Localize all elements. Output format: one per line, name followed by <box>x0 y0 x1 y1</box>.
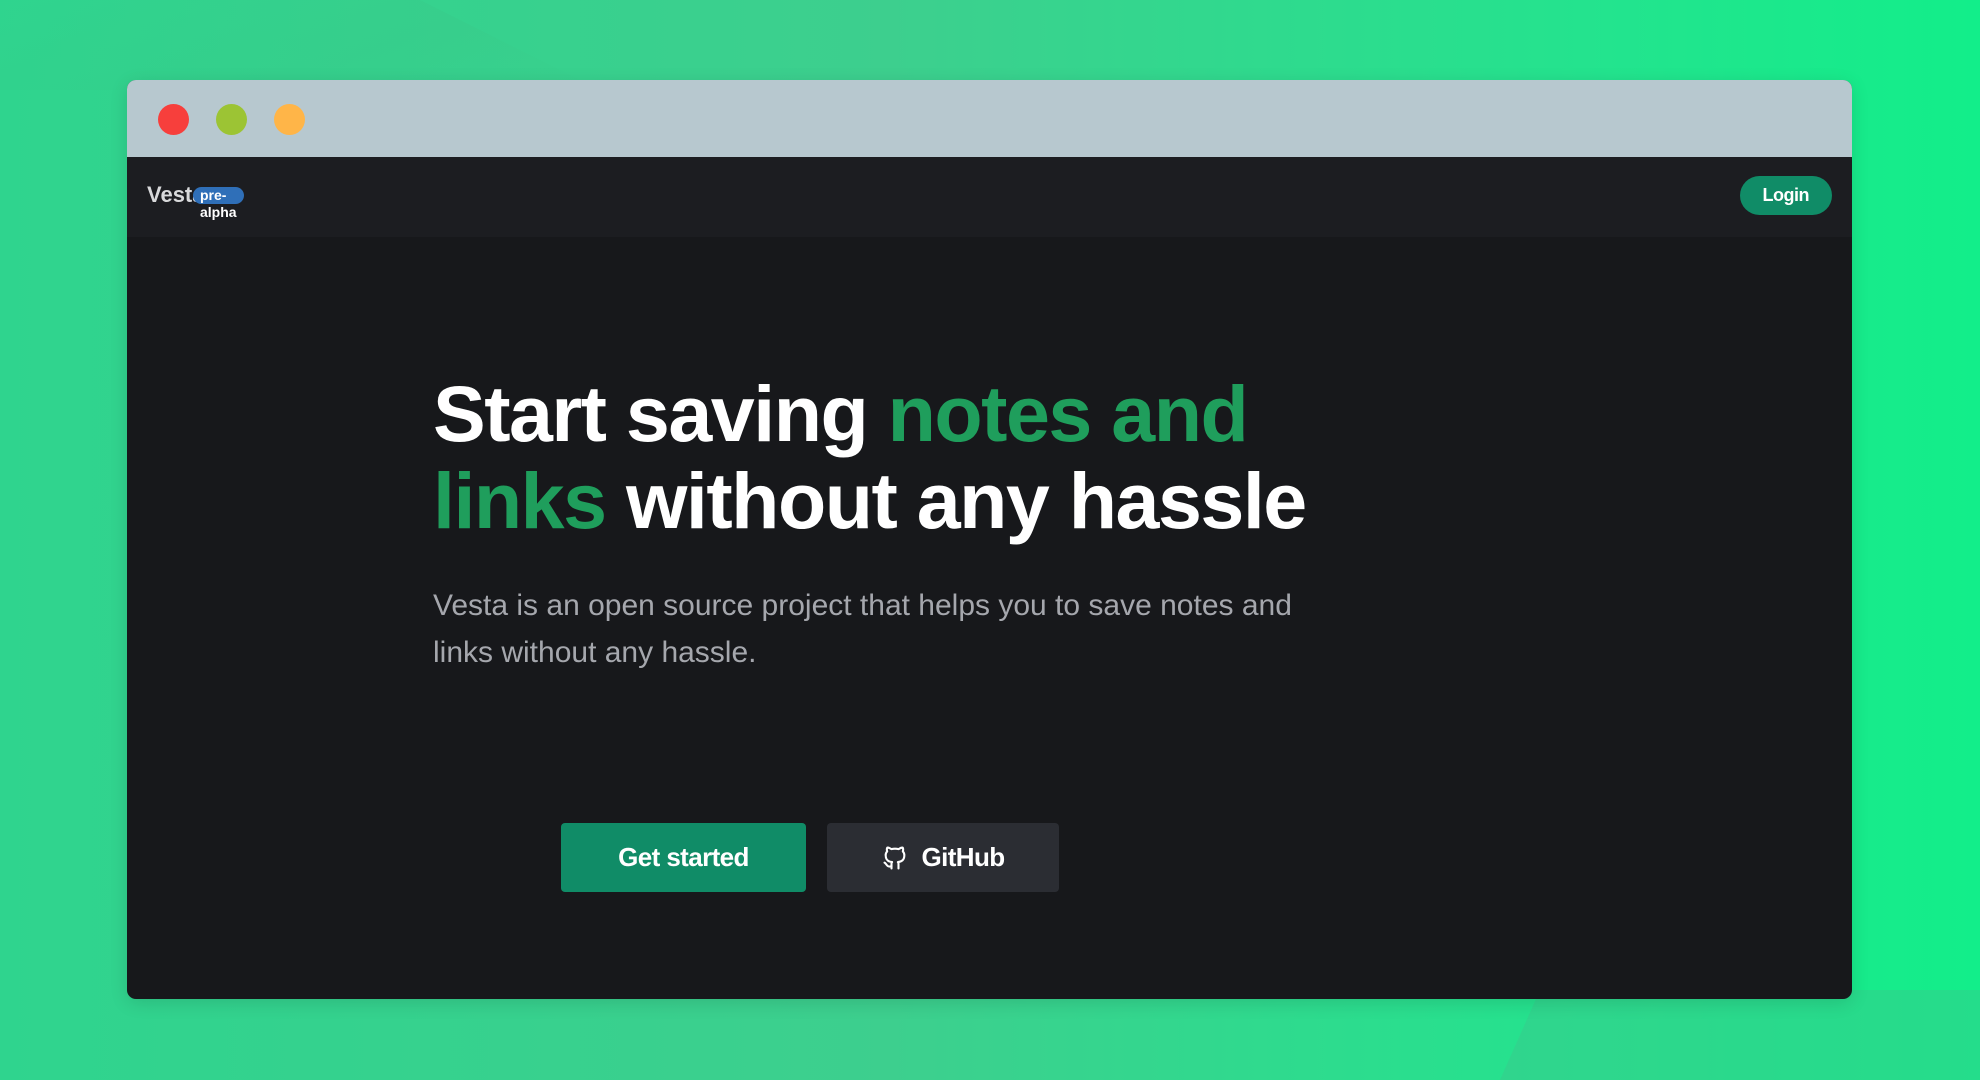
hero-headline: Start saving notes and links without any… <box>433 370 1333 544</box>
navbar: Vesta pre-alpha Login <box>127 157 1852 237</box>
minimize-window-button[interactable] <box>216 104 247 135</box>
window-titlebar <box>127 80 1852 157</box>
headline-text: without any hassle <box>605 456 1307 545</box>
hero-subtitle: Vesta is an open source project that hel… <box>433 589 1292 669</box>
pre-alpha-badge: pre-alpha <box>193 187 244 220</box>
github-icon <box>881 844 909 872</box>
browser-window: Vesta pre-alpha Login Start saving notes… <box>127 80 1852 999</box>
get-started-button[interactable]: Get started <box>561 823 806 892</box>
hero-section: Start saving notes and links without any… <box>433 370 1333 676</box>
headline-text: Start saving <box>433 369 888 458</box>
github-button-label: GitHub <box>921 842 1005 872</box>
close-window-button[interactable] <box>158 104 189 135</box>
github-button[interactable]: GitHub <box>827 823 1059 892</box>
background-shape <box>0 0 600 90</box>
hero-actions: Get started GitHub <box>561 823 1059 892</box>
background-shape <box>1500 990 1980 1080</box>
brand-logo[interactable]: Vesta pre-alpha <box>147 181 244 220</box>
maximize-window-button[interactable] <box>274 104 305 135</box>
login-button[interactable]: Login <box>1739 176 1832 215</box>
